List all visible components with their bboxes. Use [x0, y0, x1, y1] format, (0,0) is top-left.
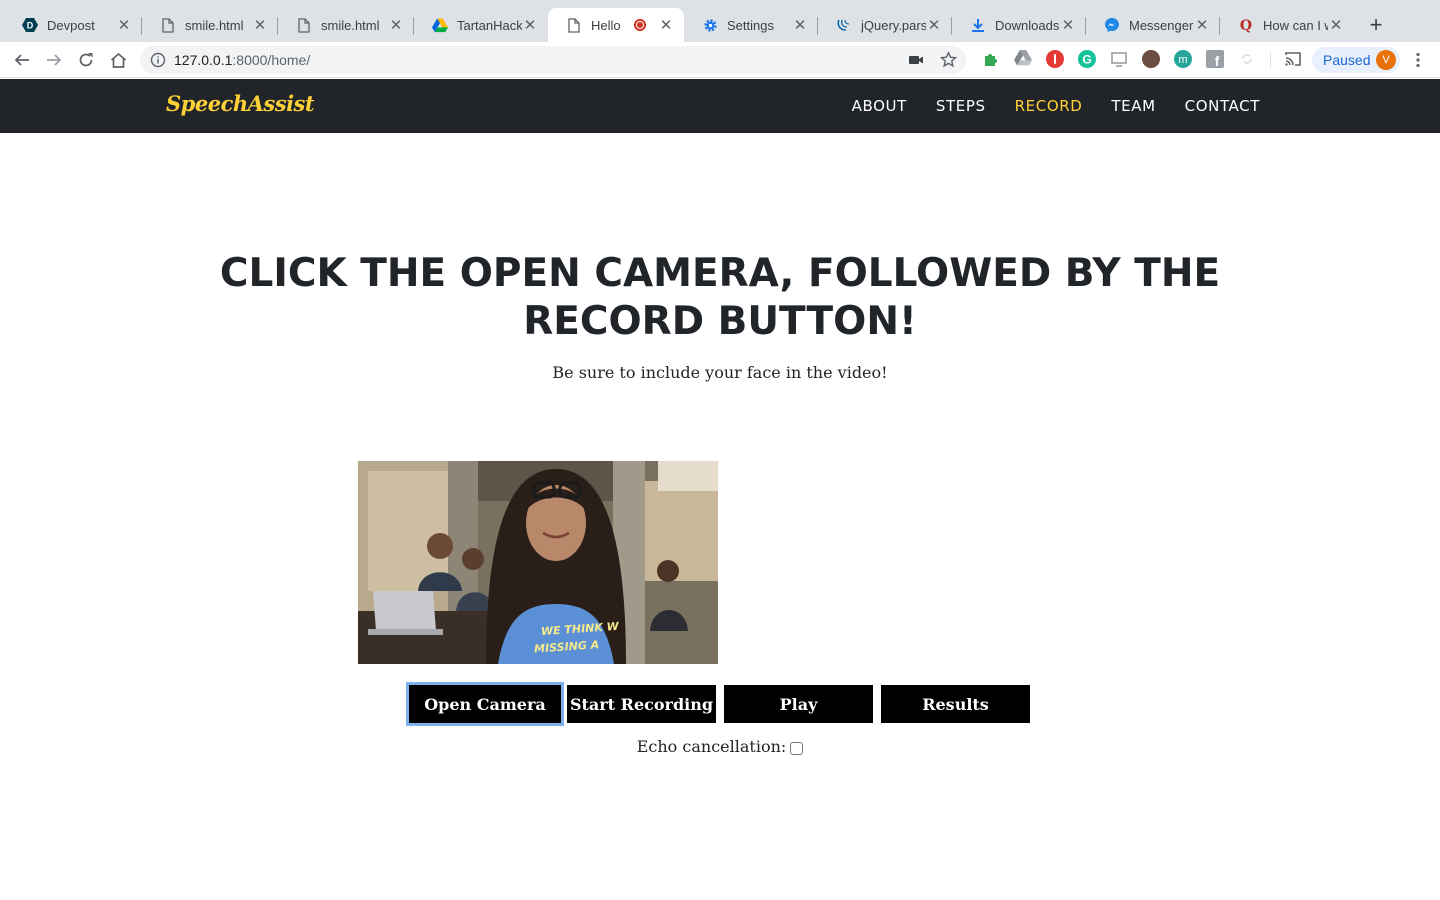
nav-link-record[interactable]: RECORD — [1015, 97, 1083, 115]
google-drive-icon — [432, 17, 448, 33]
browser-tab-tartanhacks[interactable]: TartanHacks ✕ — [414, 8, 548, 42]
close-icon[interactable]: ✕ — [792, 17, 808, 34]
jquery-icon — [836, 17, 852, 33]
nav-link-contact[interactable]: CONTACT — [1185, 97, 1260, 115]
tab-title: smile.html — [321, 17, 380, 33]
tab-title: Messenger — [1129, 17, 1194, 33]
site-navbar: SpeechAssist ABOUT STEPS RECORD TEAM CON… — [0, 79, 1440, 133]
page-title: CLICK THE OPEN CAMERA, FOLLOWED BY THE R… — [219, 251, 1221, 344]
close-icon[interactable]: ✕ — [388, 17, 404, 34]
browser-tab-jquery[interactable]: jQuery.parse ✕ — [818, 8, 952, 42]
home-button[interactable] — [106, 48, 130, 72]
browser-tab-settings[interactable]: Settings ✕ — [684, 8, 818, 42]
download-icon — [970, 17, 986, 33]
open-camera-button[interactable]: Open Camera — [406, 682, 564, 726]
svg-text:m: m — [1178, 54, 1187, 66]
file-icon — [160, 17, 176, 33]
echo-cancellation-label: Echo cancellation: — [636, 737, 787, 756]
tab-title: Hello — [591, 17, 621, 33]
close-icon[interactable]: ✕ — [1328, 17, 1344, 34]
brand-logo[interactable]: SpeechAssist — [166, 91, 315, 116]
browser-tab-hello[interactable]: Hello ✕ — [548, 8, 684, 42]
menu-icon[interactable] — [1406, 48, 1430, 72]
star-icon[interactable] — [940, 51, 957, 68]
browser-tab-smile-2[interactable]: smile.html ✕ — [278, 8, 414, 42]
sync-extension-icon[interactable] — [1238, 50, 1256, 68]
close-icon[interactable]: ✕ — [252, 17, 268, 34]
facebook-extension-icon[interactable]: f — [1206, 50, 1224, 69]
tab-title: How can I w — [1263, 17, 1328, 33]
page-subtitle: Be sure to include your face in the vide… — [552, 363, 888, 382]
recording-indicator-icon — [634, 19, 646, 31]
back-button[interactable] — [10, 48, 34, 72]
grammarly-extension-icon[interactable]: G — [1078, 50, 1096, 68]
address-bar[interactable]: 127.0.0.1:8000/home/ — [140, 46, 966, 74]
camera-preview-video: WE THINK W MISSING A — [358, 461, 718, 664]
start-recording-button[interactable]: Start Recording — [567, 685, 716, 723]
svg-text:f: f — [1215, 53, 1220, 68]
close-icon[interactable]: ✕ — [658, 17, 674, 34]
quora-icon: Q — [1238, 17, 1254, 33]
nav-link-steps[interactable]: STEPS — [936, 97, 986, 115]
devpost-icon: D — [22, 17, 38, 33]
gear-icon — [702, 17, 718, 33]
browser-tab-strip: D Devpost ✕ smile.html ✕ smile.html ✕ Ta… — [0, 0, 1440, 42]
avatar: V — [1376, 50, 1396, 70]
extension-puzzle-icon[interactable] — [982, 50, 1000, 68]
close-icon[interactable]: ✕ — [116, 17, 132, 34]
nav-link-team[interactable]: TEAM — [1111, 97, 1155, 115]
close-icon[interactable]: ✕ — [1060, 17, 1076, 34]
tab-title: Settings — [727, 17, 774, 33]
nav-links: ABOUT STEPS RECORD TEAM CONTACT — [823, 79, 1260, 133]
tab-title: jQuery.parse — [861, 17, 926, 33]
tab-title: Downloads — [995, 17, 1060, 33]
echo-cancellation-checkbox[interactable] — [790, 741, 804, 755]
file-icon — [296, 17, 312, 33]
messenger-icon — [1104, 17, 1120, 33]
profile-button[interactable]: Paused V — [1312, 47, 1400, 73]
profile-status: Paused — [1323, 52, 1371, 68]
play-button[interactable]: Play — [724, 685, 873, 723]
m-extension-icon[interactable]: m — [1174, 50, 1192, 68]
browser-toolbar: 127.0.0.1:8000/home/ G m f Paused V — [0, 42, 1440, 78]
browser-tab-messenger[interactable]: Messenger ✕ — [1086, 8, 1220, 42]
browser-tab-quora[interactable]: Q How can I w ✕ — [1220, 8, 1354, 42]
info-icon[interactable] — [150, 52, 166, 68]
reload-button[interactable] — [74, 48, 98, 72]
svg-text:G: G — [1082, 53, 1091, 67]
tab-title: Devpost — [47, 17, 95, 33]
tab-title: TartanHacks — [457, 17, 522, 33]
screen-extension-icon[interactable] — [1110, 50, 1128, 68]
url-text: 127.0.0.1:8000/home/ — [174, 52, 311, 68]
cast-icon[interactable] — [1284, 50, 1302, 68]
close-icon[interactable]: ✕ — [926, 17, 942, 34]
browser-tab-downloads[interactable]: Downloads ✕ — [952, 8, 1086, 42]
forward-button[interactable] — [42, 48, 66, 72]
tab-title: smile.html — [185, 17, 244, 33]
file-icon — [566, 17, 582, 33]
new-tab-button[interactable]: + — [1364, 13, 1388, 37]
close-icon[interactable]: ✕ — [522, 17, 538, 34]
google-drive-extension-icon[interactable] — [1014, 50, 1032, 68]
adblock-extension-icon[interactable] — [1046, 50, 1064, 68]
camera-icon[interactable] — [908, 52, 924, 68]
svg-text:D: D — [27, 21, 34, 31]
svg-text:Q: Q — [1240, 18, 1252, 33]
close-icon[interactable]: ✕ — [1194, 17, 1210, 34]
browser-tab-smile-1[interactable]: smile.html ✕ — [142, 8, 278, 42]
coffee-extension-icon[interactable] — [1142, 50, 1160, 68]
results-button[interactable]: Results — [881, 685, 1030, 723]
browser-tab-devpost[interactable]: D Devpost ✕ — [4, 8, 142, 42]
echo-cancellation-row: Echo cancellation: — [0, 737, 1440, 756]
nav-link-about[interactable]: ABOUT — [852, 97, 907, 115]
